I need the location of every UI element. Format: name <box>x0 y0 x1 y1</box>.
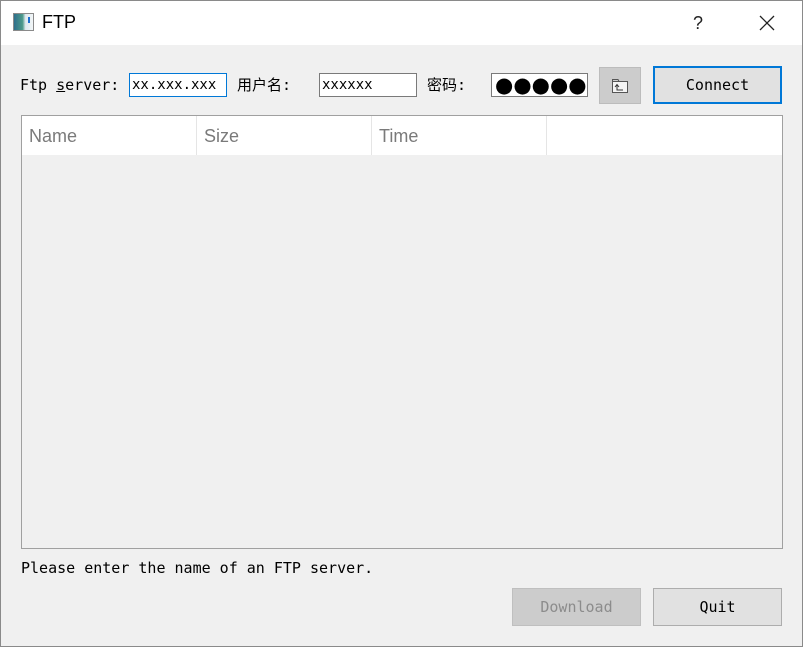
quit-button[interactable]: Quit <box>653 588 782 626</box>
column-header-filler <box>547 116 782 155</box>
column-header-size[interactable]: Size <box>197 116 372 155</box>
ftp-window: FTP ? Ftp server: xx.xxx.xxx 用户名: xxxxxx… <box>0 0 803 647</box>
help-button[interactable]: ? <box>677 1 719 45</box>
download-button[interactable]: Download <box>512 588 641 626</box>
close-icon <box>759 15 775 31</box>
password-input[interactable]: ●●●●● <box>491 73 588 97</box>
file-list[interactable]: Name Size Time <box>21 115 783 549</box>
folder-up-icon <box>612 79 628 93</box>
window-title: FTP <box>42 12 76 32</box>
server-label-prefix: Ftp <box>20 76 57 94</box>
column-header-time[interactable]: Time <box>372 116 547 155</box>
file-list-header: Name Size Time <box>22 116 782 155</box>
server-label-mnemonic: s <box>56 76 66 94</box>
server-label-suffix: erver: <box>65 76 120 94</box>
server-input[interactable]: xx.xxx.xxx <box>129 73 227 97</box>
status-label: Please enter the name of an FTP server. <box>21 559 374 577</box>
username-input[interactable]: xxxxxx <box>319 73 417 97</box>
column-header-name[interactable]: Name <box>22 116 197 155</box>
username-label: 用户名: <box>237 76 292 94</box>
server-label: Ftp server: <box>20 75 119 95</box>
password-label: 密码: <box>427 76 467 94</box>
connect-button[interactable]: Connect <box>653 66 782 104</box>
title-bar[interactable]: FTP ? <box>1 1 802 45</box>
cd-to-parent-button[interactable] <box>599 67 641 104</box>
app-icon <box>13 13 34 31</box>
close-button[interactable] <box>743 1 791 45</box>
